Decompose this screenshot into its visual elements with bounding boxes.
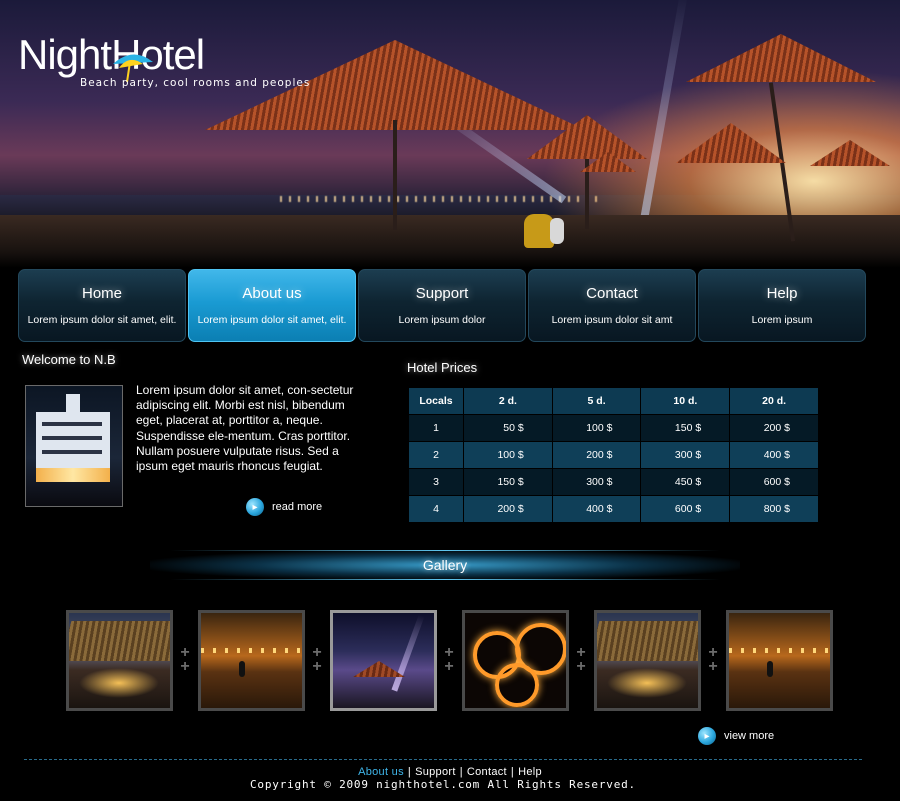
table-row: 1 50 $ 100 $ 150 $ 200 $ xyxy=(408,414,819,442)
nav-tab-about-us[interactable]: About us Lorem ipsum dolor sit amet, eli… xyxy=(188,269,356,342)
gallery-thumbnails: + + + + + + + + + + xyxy=(66,610,836,712)
column-header: 5 d. xyxy=(551,387,642,415)
nav-tab-help[interactable]: Help Lorem ipsum xyxy=(698,269,866,342)
table-row: 2 100 $ 200 $ 300 $ 400 $ xyxy=(408,441,819,469)
table-cell: 100 $ xyxy=(551,414,642,442)
gallery-thumb[interactable] xyxy=(330,610,437,711)
welcome-heading: Welcome to N.B xyxy=(22,352,116,367)
table-cell: 4 xyxy=(408,495,464,523)
gallery-thumb[interactable] xyxy=(726,610,833,711)
table-cell: 200 $ xyxy=(551,441,642,469)
column-header: 2 d. xyxy=(463,387,553,415)
gallery-thumb[interactable] xyxy=(198,610,305,711)
nav-tab-title: About us xyxy=(242,285,302,302)
table-cell: 2 xyxy=(408,441,464,469)
column-header: 20 d. xyxy=(729,387,819,415)
table-header-row: Locals 2 d. 5 d. 10 d. 20 d. xyxy=(408,387,819,415)
footer-links: About us | Support | Contact | Help xyxy=(0,766,900,778)
table-cell: 200 $ xyxy=(463,495,553,523)
gallery-header-bar: Gallery xyxy=(150,550,740,580)
gallery-thumb[interactable] xyxy=(594,610,701,711)
logo-wordmark: NightHotel xyxy=(18,31,205,78)
plus-icon: + + xyxy=(312,644,322,675)
welcome-text: Lorem ipsum dolor sit amet, con-sectetur… xyxy=(136,383,354,474)
footer-link-support[interactable]: Support xyxy=(415,766,456,778)
hero-sand xyxy=(0,215,900,268)
table-cell: 300 $ xyxy=(551,468,642,496)
footer-link-help[interactable]: Help xyxy=(518,766,542,778)
logo-word-night: Night xyxy=(18,31,112,78)
footer-separator: | xyxy=(459,766,463,778)
gallery-title: Gallery xyxy=(422,557,468,573)
nav-tab-support[interactable]: Support Lorem ipsum dolor xyxy=(358,269,526,342)
nav-tab-title: Help xyxy=(766,285,798,302)
gallery-thumb[interactable] xyxy=(462,610,569,711)
view-more-label: view more xyxy=(724,730,775,742)
plus-icon: + + xyxy=(708,644,718,675)
nav-tab-title: Support xyxy=(415,285,469,302)
footer-separator: | xyxy=(407,766,412,778)
table-cell: 200 $ xyxy=(729,414,819,442)
nav-tab-subtitle: Lorem ipsum xyxy=(751,314,813,326)
nav-tab-title: Contact xyxy=(586,285,638,302)
prices-heading: Hotel Prices xyxy=(407,360,478,375)
table-cell: 3 xyxy=(408,468,464,496)
hero-umbrella xyxy=(686,34,876,242)
hero-umbrella xyxy=(810,140,890,166)
hero-banner: NightHotel Beach party, cool rooms and p… xyxy=(0,0,900,268)
table-cell: 450 $ xyxy=(640,468,731,496)
nav-tab-home[interactable]: Home Lorem ipsum dolor sit amet, elit. xyxy=(18,269,186,342)
footer-separator: | xyxy=(510,766,515,778)
plus-icon: + + xyxy=(444,644,454,675)
main-nav: Home Lorem ipsum dolor sit amet, elit. A… xyxy=(18,269,870,343)
logo-tagline: Beach party, cool rooms and peoples xyxy=(80,77,311,89)
table-cell: 600 $ xyxy=(729,468,819,496)
table-cell: 150 $ xyxy=(640,414,731,442)
hero-umbrella-pole xyxy=(390,120,400,230)
site-logo[interactable]: NightHotel Beach party, cool rooms and p… xyxy=(18,31,309,90)
read-more-label: read more xyxy=(272,501,323,513)
copyright-text: Copyright © 2009 nighthotel.com All Righ… xyxy=(250,778,636,791)
column-header: 10 d. xyxy=(640,387,731,415)
table-cell: 50 $ xyxy=(463,414,553,442)
gallery-thumb[interactable] xyxy=(66,610,173,711)
arrow-right-icon: ▸ xyxy=(246,498,264,516)
table-cell: 400 $ xyxy=(551,495,642,523)
nav-tab-subtitle: Lorem ipsum dolor xyxy=(398,314,486,326)
table-cell: 1 xyxy=(408,414,464,442)
footer-link-about-us[interactable]: About us xyxy=(358,766,404,778)
table-cell: 800 $ xyxy=(729,495,819,523)
hotel-building-photo xyxy=(25,385,123,507)
hero-umbrella xyxy=(580,152,636,172)
hero-umbrella xyxy=(676,123,786,163)
table-cell: 150 $ xyxy=(463,468,553,496)
table-cell: 600 $ xyxy=(640,495,731,523)
table-cell: 300 $ xyxy=(640,441,731,469)
footer-divider xyxy=(24,759,862,760)
nav-tab-title: Home xyxy=(81,285,122,302)
hotel-prices-table: Locals 2 d. 5 d. 10 d. 20 d. 1 50 $ 100 … xyxy=(408,387,819,523)
nav-tab-subtitle: Lorem ipsum dolor sit amt xyxy=(551,314,673,326)
hero-person xyxy=(550,218,564,244)
nav-tab-subtitle: Lorem ipsum dolor sit amet, elit. xyxy=(27,314,177,326)
footer-link-contact[interactable]: Contact xyxy=(467,766,507,778)
plus-icon: + + xyxy=(180,644,190,675)
table-cell: 100 $ xyxy=(463,441,553,469)
table-cell: 400 $ xyxy=(729,441,819,469)
column-header: Locals xyxy=(408,387,464,415)
table-row: 3 150 $ 300 $ 450 $ 600 $ xyxy=(408,468,819,496)
view-more-link[interactable]: ▸ view more xyxy=(698,727,774,745)
read-more-link[interactable]: ▸ read more xyxy=(246,498,322,516)
nav-tab-subtitle: Lorem ipsum dolor sit amet, elit. xyxy=(197,314,347,326)
plus-icon: + + xyxy=(576,644,586,675)
table-row: 4 200 $ 400 $ 600 $ 800 $ xyxy=(408,495,819,523)
arrow-right-icon: ▸ xyxy=(698,727,716,745)
nav-tab-contact[interactable]: Contact Lorem ipsum dolor sit amt xyxy=(528,269,696,342)
